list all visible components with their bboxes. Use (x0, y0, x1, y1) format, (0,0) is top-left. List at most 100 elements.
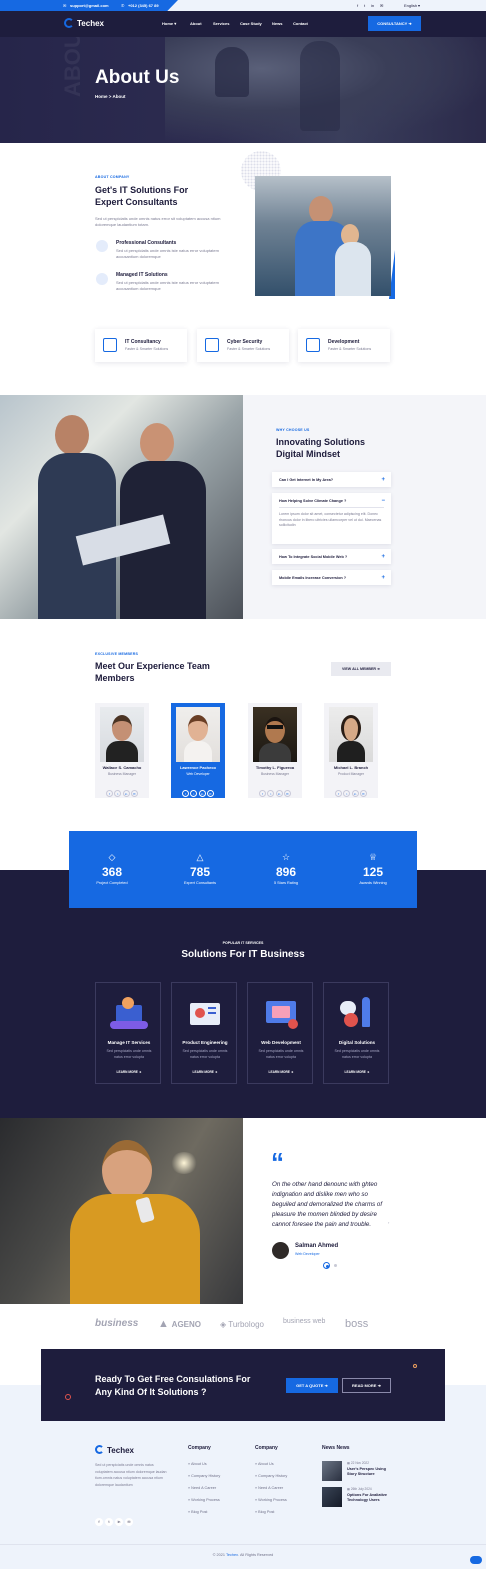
news-thumbnail[interactable] (322, 1461, 342, 1481)
stat-label: Expert Consultants (183, 881, 217, 885)
twitter-icon[interactable]: t (364, 3, 365, 8)
twitter-icon[interactable]: t (343, 790, 351, 797)
footer-link[interactable]: » Need A Career (188, 1486, 216, 1490)
learn-more-link[interactable]: LEARN MORE ➜ (248, 1070, 314, 1074)
news-title[interactable]: User's Perspec Using Story Structure (347, 1467, 392, 1477)
copyright: © 2021 Techex. All Rights Reserved (212, 1553, 274, 1557)
plus-icon: + (381, 476, 385, 483)
product-engineering-illustration (186, 995, 224, 1033)
mini-service-card[interactable]: IT Consultancy Faster & Smarter Solution… (95, 329, 187, 362)
read-more-button[interactable]: READ MORE ➜ (342, 1378, 391, 1393)
compass-icon: △ (196, 852, 204, 862)
twitter-icon[interactable]: t (105, 1518, 113, 1526)
faq-item-open[interactable]: How Helping Solve Climate Change ? − Lor… (272, 493, 391, 544)
copyright-brand[interactable]: Techex (226, 1553, 238, 1557)
service-card[interactable]: Product Engineering Sed perspiciatis und… (171, 982, 237, 1084)
logo-icon (64, 18, 74, 28)
footer-link[interactable]: » Working Process (255, 1498, 287, 1502)
team-card[interactable]: Timothy L. Figueroa Business Manager fti… (248, 703, 302, 798)
scroll-top-button[interactable] (470, 1556, 482, 1564)
footer-link[interactable]: » About Us (255, 1462, 274, 1466)
plus-icon: + (381, 553, 385, 560)
nav-contact[interactable]: Contact (293, 21, 308, 26)
footer-link[interactable]: » Working Process (188, 1498, 220, 1502)
chevron-right-icon[interactable]: › (388, 1220, 389, 1225)
linkedin-icon[interactable]: in (115, 1518, 123, 1526)
mail-icon[interactable]: ✉ (380, 3, 383, 8)
top-email[interactable]: support@gmail.com (70, 3, 109, 8)
mini-service-card[interactable]: Development Faster & Smarter Solutions (298, 329, 390, 362)
news-title[interactable]: Options For Avaliative Technology Users (347, 1493, 392, 1503)
twitter-icon[interactable]: t (190, 790, 198, 797)
decor-circle (413, 1364, 417, 1368)
facebook-icon[interactable]: f (357, 3, 358, 8)
service-card[interactable]: Manage IT Services Sed perspiciatis unde… (95, 982, 161, 1084)
nav-case-study[interactable]: Case Study (240, 21, 262, 26)
footer-link[interactable]: » Blog Post (255, 1510, 274, 1514)
brand-logo: business web (283, 1318, 326, 1325)
learn-more-link[interactable]: LEARN MORE ➜ (172, 1070, 238, 1074)
faq-item[interactable]: Can I Get Internet In My Area? + (272, 472, 391, 487)
nav-home[interactable]: Home ▾ (162, 21, 176, 26)
team-card-active[interactable]: Lawrence Pacheco Web Developer f t in ✉ (171, 703, 225, 798)
top-phone[interactable]: +012 (345) 67 89 (128, 3, 159, 8)
consultancy-button[interactable]: CONSULTANCY ➜ (368, 16, 421, 31)
footer-link[interactable]: » Company History (188, 1474, 220, 1478)
footer-link[interactable]: » Company History (255, 1474, 287, 1478)
news-thumbnail[interactable] (322, 1487, 342, 1507)
linkedin-icon[interactable]: in (371, 3, 374, 8)
footer-link[interactable]: » About Us (188, 1462, 207, 1466)
mail-icon[interactable]: ✉ (359, 790, 367, 797)
view-all-members-button[interactable]: VIEW ALL MEMBER ➜ (331, 662, 391, 676)
facebook-icon[interactable]: f (95, 1518, 103, 1526)
learn-more-link[interactable]: LEARN MORE ➜ (324, 1070, 390, 1074)
facebook-icon[interactable]: f (182, 790, 190, 797)
faq-item[interactable]: How To Integrate Social Mobile Web ? + (272, 549, 391, 564)
stat-number: 125 (362, 865, 384, 879)
faq-question: How To Integrate Social Mobile Web ? (279, 554, 348, 559)
brand-logo: ◈ Turbologo (220, 1320, 264, 1329)
footer-link[interactable]: » Blog Post (188, 1510, 207, 1514)
footer-about: Sed ut perspiciatis unde omnis natus vol… (95, 1463, 167, 1487)
linkedin-icon[interactable]: in (275, 790, 283, 797)
mail-icon[interactable]: ✉ (283, 790, 291, 797)
nav-services[interactable]: Services (213, 21, 229, 26)
consultant-icon (96, 240, 108, 252)
mail-icon[interactable]: ✉ (130, 790, 138, 797)
twitter-icon[interactable]: t (267, 790, 275, 797)
twitter-icon[interactable]: t (114, 790, 122, 797)
slider-dot[interactable] (334, 1264, 337, 1267)
linkedin-icon[interactable]: in (198, 790, 206, 797)
facebook-icon[interactable]: f (335, 790, 343, 797)
learn-more-link[interactable]: LEARN MORE ➜ (96, 1070, 162, 1074)
photo-person-shirt (70, 1194, 200, 1304)
facebook-icon[interactable]: f (259, 790, 267, 797)
member-role: Business Manager (260, 772, 290, 776)
slider-dot-active[interactable] (323, 1262, 330, 1269)
language-select[interactable]: English (404, 3, 417, 8)
nav-about[interactable]: About (190, 21, 202, 26)
facebook-icon[interactable]: f (106, 790, 114, 797)
linkedin-icon[interactable]: in (351, 790, 359, 797)
member-photo (100, 707, 144, 762)
faq-item[interactable]: Mobile Emails Increase Conversion ? + (272, 570, 391, 585)
mail-icon[interactable]: ✉ (206, 790, 214, 797)
footer-brand[interactable]: Techex (107, 1446, 134, 1455)
get-quote-button[interactable]: GET A QUOTE ➜ (286, 1378, 338, 1393)
footer-link[interactable]: » Need A Career (255, 1486, 283, 1490)
mini-service-card[interactable]: Cyber Security Faster & Smarter Solution… (197, 329, 289, 362)
team-card[interactable]: Michael L. Branch Product Manager f t in ✉ (324, 703, 378, 798)
nav-news[interactable]: News (272, 21, 282, 26)
brand-name[interactable]: Techex (77, 19, 104, 28)
chevron-down-icon: ▾ (418, 3, 421, 8)
brand-logo: business (95, 1318, 139, 1329)
service-desc: Sed perspiciatis unde omnis natus error … (106, 1049, 152, 1059)
breadcrumb-home[interactable]: Home (95, 94, 108, 99)
member-socials: f t in ✉ (248, 782, 302, 800)
mail-icon[interactable]: ✉ (125, 1518, 133, 1526)
service-card[interactable]: Digital Solutions Sed perspiciatis unde … (323, 982, 389, 1084)
team-card[interactable]: Wallace S. Camacho Business Manager f t in… (95, 703, 149, 798)
service-card[interactable]: Web Development Sed perspiciatis unde om… (247, 982, 313, 1084)
page-hero: ABOUT About Us Home > About (0, 37, 486, 143)
linkedin-icon[interactable]: in (122, 790, 130, 797)
